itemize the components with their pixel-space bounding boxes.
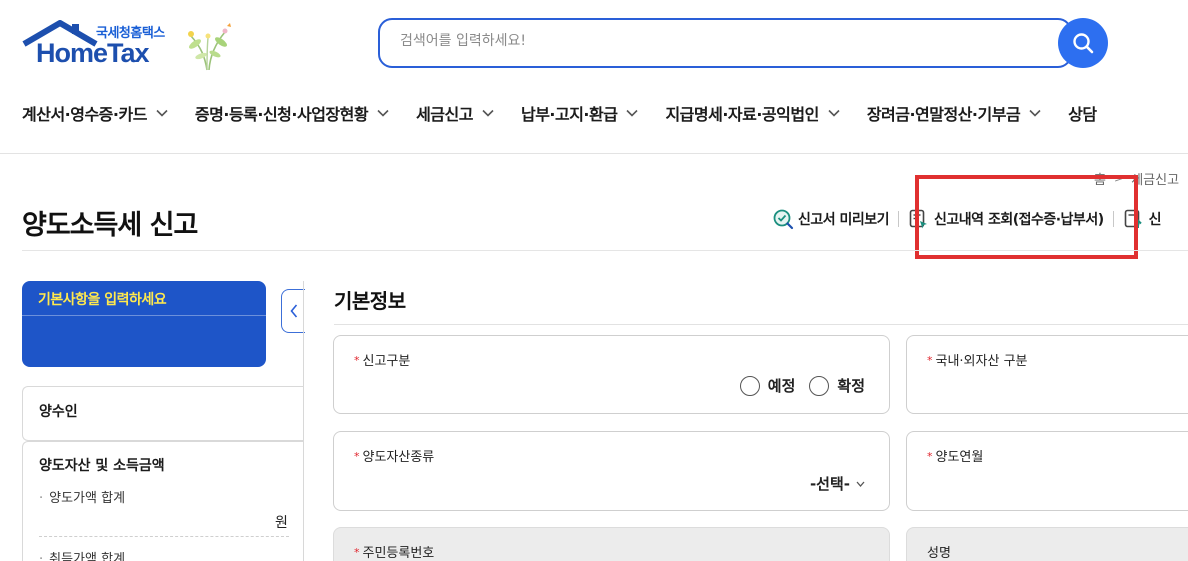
action-divider bbox=[898, 211, 900, 227]
instruction-card-title: 기본사항을 입력하세요 bbox=[38, 292, 167, 308]
report-type-radios: 예정 확정 bbox=[739, 375, 865, 396]
required-icon: * bbox=[927, 450, 933, 463]
required-icon: * bbox=[354, 354, 360, 367]
card-divider bbox=[22, 315, 266, 316]
chevron-down-icon bbox=[626, 109, 639, 117]
asset-kind-select[interactable]: -선택- bbox=[810, 473, 865, 494]
collapse-panel-button[interactable] bbox=[281, 289, 305, 333]
field-label: * 신고구분 bbox=[354, 354, 411, 369]
radio-label[interactable]: 확정 bbox=[837, 375, 865, 396]
magnifier-check-icon bbox=[773, 209, 794, 230]
sidebar-section-label: 양도자산 및 소득금액 bbox=[39, 458, 165, 474]
section-divider bbox=[334, 324, 1188, 325]
nav-item-tax-filing[interactable]: 세금신고 bbox=[416, 100, 494, 126]
sidebar-subitem-label: 양도가액 합계 bbox=[49, 491, 126, 506]
chevron-down-icon bbox=[856, 481, 865, 487]
nav-item-label: 세금신고 bbox=[416, 105, 473, 124]
logo-wordmark: HomeTax bbox=[36, 38, 150, 68]
chevron-left-icon bbox=[289, 304, 297, 318]
nav-item-certificates[interactable]: 증명·등록·신청·사업장현황 bbox=[195, 100, 389, 126]
breadcrumb-current[interactable]: 세금신고 bbox=[1131, 169, 1179, 188]
nav-item-payment[interactable]: 납부·고지·환급 bbox=[520, 100, 639, 126]
radio-preliminary[interactable] bbox=[739, 375, 760, 396]
radio-final[interactable] bbox=[809, 375, 830, 396]
required-icon: * bbox=[354, 546, 360, 559]
sidebar-subitem: · 양도가액 합계 bbox=[39, 487, 125, 506]
report-type-field: * 신고구분 예정 확정 bbox=[333, 335, 890, 414]
chevron-down-icon bbox=[1029, 109, 1041, 117]
field-label: * 양도자산종류 bbox=[354, 450, 435, 465]
search-button[interactable] bbox=[1058, 18, 1108, 68]
nav-item-incentives[interactable]: 장려금·연말정산·기부금 bbox=[867, 100, 1041, 126]
title-divider bbox=[22, 250, 1188, 251]
name-field: 성명 bbox=[906, 527, 1188, 561]
chevron-down-icon bbox=[156, 109, 168, 117]
resident-number-field: * 주민등록번호 bbox=[333, 527, 890, 561]
instruction-card: 기본사항을 입력하세요 bbox=[22, 281, 266, 367]
chevron-down-icon bbox=[828, 109, 840, 117]
field-label: * 국내·외자산 구분 bbox=[927, 354, 1028, 369]
sidebar-section-transferee[interactable]: 양수인 bbox=[22, 386, 304, 441]
sidebar-subitem: · 취득가액 합계 bbox=[39, 548, 125, 561]
sidebar-dashed-divider bbox=[39, 536, 289, 537]
search-icon bbox=[1073, 33, 1094, 54]
asset-kind-field: * 양도자산종류 -선택- bbox=[333, 431, 890, 511]
hometax-logo[interactable]: 국세청홈택스 HomeTax bbox=[22, 18, 237, 74]
nav-item-label: 지급명세·자료·공익법인 bbox=[665, 105, 819, 124]
preview-report-button[interactable]: 신고서 미리보기 bbox=[772, 208, 890, 230]
page-title: 양도소득세 신고 bbox=[22, 210, 198, 241]
nav-item-statements[interactable]: 지급명세·자료·공익법인 bbox=[665, 100, 840, 126]
sidebar-subitem-label: 취득가액 합계 bbox=[49, 552, 126, 561]
search-input[interactable] bbox=[400, 33, 1040, 49]
sidebar-section-label: 양수인 bbox=[39, 404, 78, 420]
field-label: * 양도연월 bbox=[927, 450, 984, 465]
main-nav: 계산서·영수증·카드 증명·등록·신청·사업장현황 세금신고 납부·고지·환급 … bbox=[22, 100, 1124, 126]
nav-item-label: 계산서·영수증·카드 bbox=[22, 105, 147, 124]
radio-label[interactable]: 예정 bbox=[768, 375, 796, 396]
nav-item-label: 상담 bbox=[1068, 105, 1097, 124]
search-box[interactable] bbox=[378, 18, 1072, 68]
sidebar-subitem-unit: 원 bbox=[275, 515, 288, 531]
preview-report-label: 신고서 미리보기 bbox=[798, 212, 890, 228]
required-icon: * bbox=[354, 450, 360, 463]
nav-item-invoices[interactable]: 계산서·영수증·카드 bbox=[22, 100, 168, 126]
chevron-down-icon bbox=[377, 109, 389, 117]
asset-domestic-field[interactable]: * 국내·외자산 구분 bbox=[906, 335, 1188, 414]
nav-item-label: 증명·등록·신청·사업장현황 bbox=[194, 105, 369, 124]
transfer-month-field[interactable]: * 양도연월 bbox=[906, 431, 1188, 511]
nav-item-label: 장려금·연말정산·기부금 bbox=[866, 105, 1021, 124]
chevron-down-icon bbox=[482, 109, 494, 117]
nav-item-consult[interactable]: 상담 bbox=[1068, 100, 1097, 126]
report-action-label: 신 bbox=[1148, 212, 1162, 228]
plant-illustration-icon bbox=[188, 23, 231, 71]
bullet-icon: · bbox=[39, 552, 44, 561]
required-icon: * bbox=[927, 354, 933, 367]
sidebar-section-assets[interactable]: 양도자산 및 소득금액 · 양도가액 합계 원 · 취득가액 합계 bbox=[22, 441, 304, 561]
section-title: 기본정보 bbox=[334, 289, 406, 313]
field-label: * 주민등록번호 bbox=[354, 546, 435, 561]
field-label: 성명 bbox=[927, 546, 951, 561]
nav-divider bbox=[0, 153, 1188, 154]
select-value: -선택- bbox=[809, 475, 850, 493]
highlight-annotation bbox=[915, 175, 1138, 259]
nav-item-label: 납부·고지·환급 bbox=[520, 105, 618, 124]
bullet-icon: · bbox=[39, 491, 44, 506]
